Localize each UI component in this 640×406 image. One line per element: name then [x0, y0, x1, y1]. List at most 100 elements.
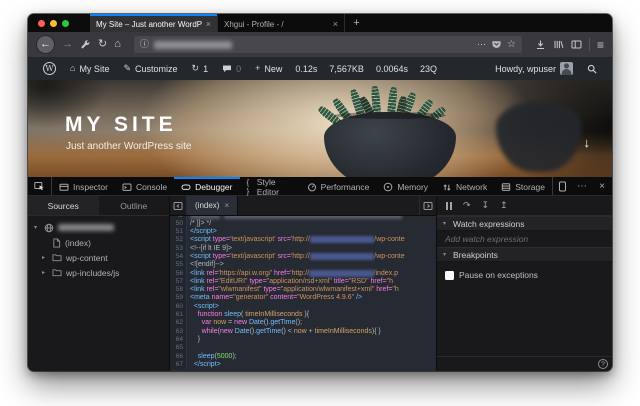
wrench-icon[interactable]: [80, 39, 91, 50]
devtools-close-icon[interactable]: ×: [592, 177, 612, 195]
tab-network[interactable]: Network: [435, 177, 494, 195]
page-actions-icon[interactable]: ⋯: [477, 40, 486, 49]
menu-icon[interactable]: ≡: [597, 39, 604, 51]
tree-item-wp-content[interactable]: ▸ wp-content: [28, 250, 169, 265]
scroll-down-arrow[interactable]: ↓: [584, 135, 591, 150]
code-line[interactable]: 58 <link rel="wlwmanifest" type="applicat…: [170, 286, 436, 295]
site-info-icon[interactable]: ⓘ: [140, 40, 149, 49]
tab-style-editor[interactable]: { } Style Editor: [240, 177, 300, 197]
tab-debugger[interactable]: Debugger: [174, 177, 240, 195]
wp-search-button[interactable]: [580, 57, 604, 80]
line-number[interactable]: 58: [170, 286, 187, 295]
line-number[interactable]: 59: [170, 294, 187, 303]
sidebar-toggle-icon[interactable]: [571, 39, 582, 50]
line-number[interactable]: 56: [170, 269, 187, 278]
tab-sources[interactable]: Sources: [28, 196, 99, 215]
breakpoints-header[interactable]: ▾ Breakpoints: [437, 247, 612, 262]
minimize-window-button[interactable]: [50, 19, 57, 27]
tab-xhgui[interactable]: Xhgui - Profile - / ×: [217, 14, 344, 32]
expand-panes-icon[interactable]: [419, 196, 436, 215]
line-number[interactable]: 54: [170, 252, 187, 262]
line-number[interactable]: 60: [170, 302, 187, 312]
line-number[interactable]: 62: [170, 319, 187, 328]
home-button[interactable]: ⌂: [114, 39, 121, 50]
chevron-right-icon[interactable]: ▸: [42, 254, 48, 261]
line-number[interactable]: 61: [170, 311, 187, 320]
responsive-mode-icon[interactable]: [552, 177, 572, 195]
downloads-icon[interactable]: [535, 39, 546, 50]
code-line[interactable]: 62 var now = new Date().getTime();: [170, 319, 436, 328]
line-number[interactable]: 55: [170, 261, 187, 270]
tab-outline[interactable]: Outline: [99, 196, 170, 215]
tree-item-wp-includes[interactable]: ▸ wp-includes/js: [28, 265, 169, 280]
back-button[interactable]: ←: [36, 35, 55, 54]
code-line[interactable]: 54 <script type='text/javascript' src='ht…: [170, 252, 436, 262]
code-line[interactable]: 61 function sleep( timeInMilliseconds ){: [170, 311, 436, 320]
close-window-button[interactable]: [38, 19, 45, 27]
code-line[interactable]: 67 </script>: [170, 360, 436, 370]
zoom-window-button[interactable]: [62, 19, 69, 27]
tab-memory[interactable]: Memory: [376, 177, 435, 195]
library-icon[interactable]: [553, 39, 564, 50]
chevron-down-icon[interactable]: ▾: [34, 224, 40, 231]
bookmark-star-icon[interactable]: ☆: [507, 39, 516, 50]
code-line[interactable]: 55 <![endif]-->: [170, 261, 436, 270]
step-over-icon[interactable]: ↷: [463, 201, 471, 210]
code-line[interactable]: 53 <!--[if lt IE 9]>: [170, 244, 436, 253]
reload-button[interactable]: ↻: [98, 39, 107, 50]
address-bar[interactable]: ⓘ ⋯ ☆: [133, 36, 522, 53]
code-line[interactable]: 63 while(new Date().getTime() < now + ti…: [170, 327, 436, 336]
tab-performance[interactable]: Performance: [300, 177, 377, 195]
pause-on-exceptions-row[interactable]: Pause on exceptions: [437, 270, 612, 280]
line-number[interactable]: 66: [170, 352, 187, 361]
line-number[interactable]: 50: [170, 219, 187, 229]
code-line[interactable]: 65: [170, 344, 436, 353]
close-tab-icon[interactable]: ×: [333, 19, 338, 29]
tab-my-site[interactable]: My Site – Just another WordPress s ×: [90, 14, 217, 32]
new-tab-button[interactable]: +: [344, 14, 368, 32]
line-number[interactable]: 67: [170, 360, 187, 370]
code-line[interactable]: 60 <script>: [170, 302, 436, 312]
code-line[interactable]: 50/* ]]> */: [170, 219, 436, 229]
tab-console[interactable]: Console: [115, 177, 174, 195]
wp-account-menu[interactable]: Howdy, wpuser: [488, 57, 580, 80]
add-watch-expression-input[interactable]: Add watch expression: [437, 231, 612, 247]
wp-updates-button[interactable]: ↻ 1: [185, 57, 216, 80]
close-tab-icon[interactable]: ×: [206, 19, 211, 29]
code-line[interactable]: 57 <link rel="EditURI" type="application/…: [170, 277, 436, 287]
wp-logo-menu[interactable]: W: [36, 57, 63, 80]
code-editor[interactable]: 49██████ ███████████████████████████████…: [170, 216, 436, 371]
line-number[interactable]: 52: [170, 236, 187, 245]
step-out-icon[interactable]: ↥: [500, 201, 508, 210]
line-number[interactable]: 53: [170, 244, 187, 253]
pause-on-exceptions-checkbox[interactable]: [445, 270, 454, 280]
wp-new-button[interactable]: + New: [248, 57, 289, 80]
line-number[interactable]: 51: [170, 228, 187, 237]
line-number[interactable]: 57: [170, 277, 187, 287]
site-title[interactable]: MY SITE: [65, 113, 177, 137]
code-line[interactable]: 51 </script>: [170, 228, 436, 237]
code-line[interactable]: 59 <meta name="generator" content="WordPr…: [170, 294, 436, 303]
pocket-icon[interactable]: [491, 39, 502, 50]
pause-icon[interactable]: [446, 201, 452, 210]
wp-customize-button[interactable]: ✎ Customize: [116, 57, 184, 80]
code-line[interactable]: 66 sleep(5000);: [170, 352, 436, 361]
tab-inspector[interactable]: Inspector: [52, 177, 115, 195]
tree-item-domain[interactable]: ▾: [28, 220, 169, 235]
forward-button[interactable]: →: [62, 39, 73, 50]
pick-element-button[interactable]: [28, 177, 52, 195]
code-line[interactable]: 56 <link rel='https://api.w.org/' href='h…: [170, 269, 436, 278]
close-file-icon[interactable]: ×: [224, 201, 229, 210]
line-number[interactable]: 63: [170, 327, 187, 336]
help-icon[interactable]: ?: [598, 359, 608, 369]
code-line[interactable]: 64 }: [170, 335, 436, 345]
watch-expressions-header[interactable]: ▾ Watch expressions: [437, 216, 612, 231]
tab-storage[interactable]: Storage: [494, 177, 552, 195]
wp-site-menu[interactable]: ⌂ My Site: [63, 57, 116, 80]
step-in-icon[interactable]: ↧: [482, 201, 490, 210]
editor-tab-index[interactable]: (index) ×: [187, 196, 239, 215]
line-number[interactable]: 64: [170, 335, 187, 345]
chevron-right-icon[interactable]: ▸: [42, 269, 48, 276]
code-line[interactable]: 52 <script type='text/javascript' src='ht…: [170, 236, 436, 245]
devtools-more-icon[interactable]: ⋯: [572, 177, 592, 195]
